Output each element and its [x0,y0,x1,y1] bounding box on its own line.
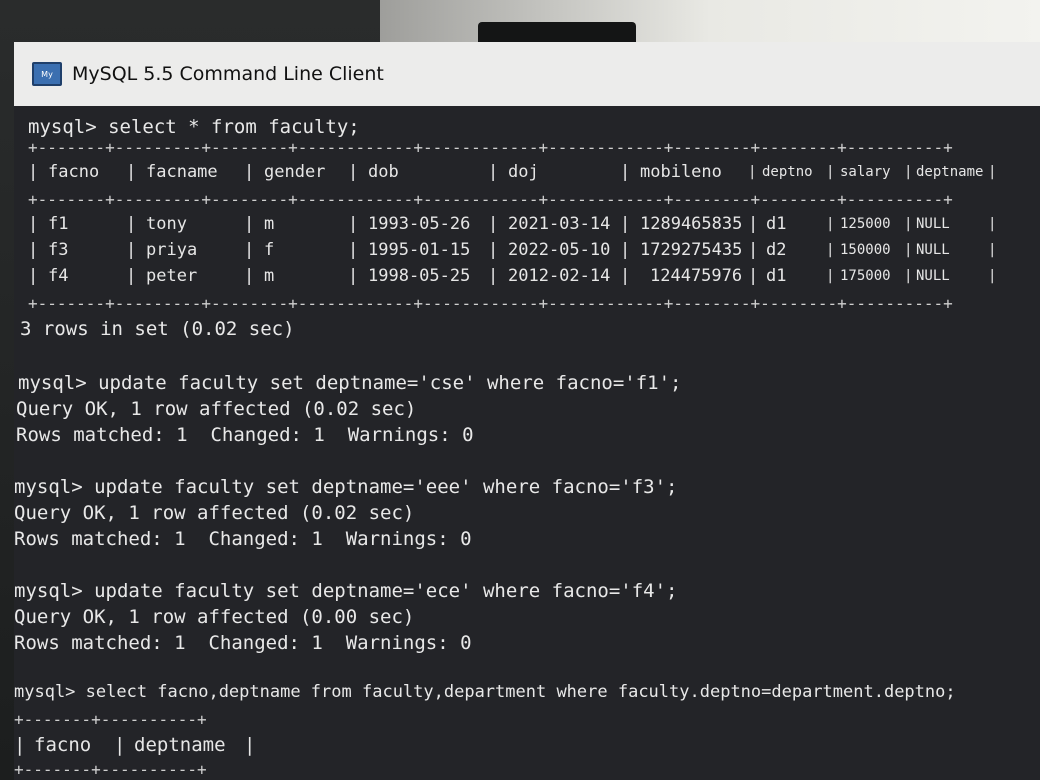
column-header: deptno [762,164,813,180]
table-cell: 1995-01-15 [368,240,471,260]
console-line: Rows matched: 1 Changed: 1 Warnings: 0 [14,632,472,654]
console-line: Query OK, 1 row affected (0.02 sec) [16,398,417,420]
table-cell: tony [146,214,187,234]
table-cell: NULL [916,216,950,232]
mysql-app-icon: My [32,62,62,86]
console-line: 3 rows in set (0.02 sec) [20,318,295,340]
table-cell: 1289465835 [640,214,743,234]
console-line: Query OK, 1 row affected (0.00 sec) [14,606,415,628]
console-line: mysql> update faculty set deptname='ece'… [14,580,678,602]
console-line: mysql> select facno,deptname from facult… [14,682,956,702]
table-cell: priya [146,240,198,260]
console-line: mysql> update faculty set deptname='eee'… [14,476,678,498]
column-header: facno [34,734,92,756]
console-line: mysql> update faculty set deptname='cse'… [18,372,682,394]
table-cell: 124475976 [650,266,743,286]
window-title: MySQL 5.5 Command Line Client [72,63,384,85]
table-border: +-------+---------+--------+------------… [28,138,953,157]
column-header: dob [368,162,399,182]
table-cell: m [264,266,275,286]
title-bar[interactable]: My MySQL 5.5 Command Line Client [14,42,1040,106]
table-cell: f3 [48,240,69,260]
console-line: Rows matched: 1 Changed: 1 Warnings: 0 [16,424,474,446]
mysql-console-window: My MySQL 5.5 Command Line Client mysql> … [14,42,1040,780]
table-border: +-------+---------+--------+------------… [28,190,953,209]
table-cell: d1 [766,266,787,286]
table-cell: NULL [916,268,950,284]
table-border: +-------+----------+ [14,760,207,779]
table-cell: 125000 [840,216,891,232]
column-header: deptname [916,164,984,180]
table-cell: f1 [48,214,69,234]
column-header: facno [48,162,100,182]
table-cell: d2 [766,240,787,260]
table-cell: f4 [48,266,69,286]
column-header: deptname [134,734,226,756]
table-cell: 2021-03-14 [508,214,611,234]
column-header: gender [264,162,326,182]
table-cell: 175000 [840,268,891,284]
table-cell: m [264,214,275,234]
table-cell: 1998-05-25 [368,266,471,286]
column-header: salary [840,164,891,180]
console-line: mysql> select * from faculty; [28,116,360,138]
table-cell: f [264,240,275,260]
column-header: mobileno [640,162,722,182]
table-cell: 150000 [840,242,891,258]
table-cell: d1 [766,214,787,234]
table-cell: 2012-02-14 [508,266,611,286]
column-header: facname [146,162,218,182]
table-border: +-------+---------+--------+------------… [28,294,953,313]
console-line: Query OK, 1 row affected (0.02 sec) [14,502,415,524]
table-cell: NULL [916,242,950,258]
table-border: +-------+----------+ [14,710,207,729]
table-cell: 1993-05-26 [368,214,471,234]
table-cell: 2022-05-10 [508,240,611,260]
console-line: Rows matched: 1 Changed: 1 Warnings: 0 [14,528,472,550]
console-output[interactable]: mysql> select * from faculty; +-------+-… [14,106,1040,780]
table-cell: peter [146,266,198,286]
table-cell: 1729275435 [640,240,743,260]
column-header: doj [508,162,539,182]
